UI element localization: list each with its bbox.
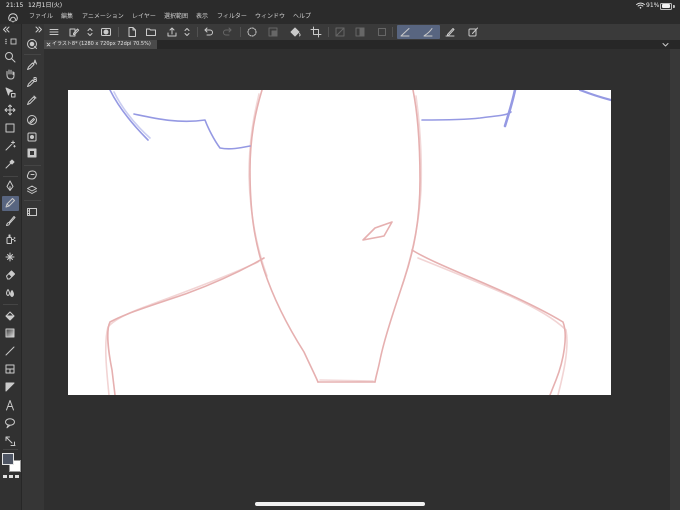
operation-icon[interactable] — [4, 86, 16, 98]
wifi-icon — [636, 2, 645, 9]
blend-icon[interactable] — [4, 287, 16, 299]
menu-window[interactable]: ウィンドウ — [255, 13, 285, 21]
battery-percent: 91% — [646, 2, 660, 9]
balloon-icon[interactable] — [4, 417, 16, 429]
menu-help[interactable]: ヘルプ — [293, 13, 311, 21]
sketch-layer — [104, 90, 611, 395]
subtool-menu-icon[interactable] — [26, 38, 38, 50]
tab-close-icon[interactable] — [46, 42, 51, 47]
subtool-rough-pencil-icon[interactable] — [26, 114, 38, 126]
frame-icon[interactable] — [4, 363, 16, 375]
menu-selection[interactable]: 選択範囲 — [164, 13, 188, 21]
pen-icon[interactable] — [4, 180, 16, 192]
subtool-separator — [24, 200, 41, 201]
subtool-layers-icon[interactable] — [26, 184, 38, 196]
tool-separator — [3, 304, 18, 305]
tool-separator — [3, 176, 18, 177]
subtool-tray-icon[interactable] — [26, 206, 38, 218]
new-file-icon[interactable] — [126, 26, 138, 38]
save-options-icon[interactable] — [181, 26, 193, 38]
home-indicator[interactable] — [255, 502, 425, 506]
face-sketch — [104, 90, 568, 395]
subtool-separator — [24, 54, 41, 55]
collapse-left-icon[interactable] — [1, 24, 13, 36]
airbrush-icon[interactable] — [4, 233, 16, 245]
main-color-swatch[interactable] — [2, 453, 14, 465]
fill-selection-icon[interactable] — [289, 26, 301, 38]
crop-icon[interactable] — [310, 26, 322, 38]
figure-icon[interactable] — [4, 345, 16, 357]
canvas-tab[interactable]: イラスト8* (1280 x 720px 72dpi 70.5%) — [44, 40, 157, 49]
menu-animation[interactable]: アニメーション — [82, 13, 124, 21]
battery-icon — [660, 2, 672, 10]
command-separator — [197, 27, 198, 37]
transparent-color-toggle[interactable] — [3, 475, 19, 478]
command-separator — [118, 27, 119, 37]
switch-icon[interactable] — [84, 26, 96, 38]
command-separator — [328, 27, 329, 37]
convert-selection-icon[interactable] — [354, 26, 366, 38]
status-bar: 21:15 12月1日(火) 91% ファイル 編集 アニメーション レイヤー … — [0, 0, 680, 24]
subtool-pencil-a-icon[interactable] — [26, 59, 38, 71]
menu-view[interactable]: 表示 — [196, 13, 208, 21]
save-icon[interactable] — [166, 26, 178, 38]
edit-canvas-icon[interactable] — [467, 26, 479, 38]
zoom-icon[interactable] — [4, 51, 16, 63]
subtool-pencil-c-icon[interactable] — [26, 94, 38, 106]
undo-icon[interactable] — [202, 26, 214, 38]
battery-nub — [673, 4, 675, 8]
deselect-icon[interactable] — [246, 26, 258, 38]
expand-right-icon[interactable] — [32, 24, 44, 36]
drawing-canvas[interactable] — [68, 90, 611, 395]
clear-outside-icon[interactable] — [334, 26, 346, 38]
selection-icon[interactable] — [4, 122, 16, 134]
text-icon[interactable] — [4, 399, 16, 411]
hand-icon[interactable] — [4, 68, 16, 80]
menu-edit[interactable]: 編集 — [61, 13, 73, 21]
subtool-separator — [24, 165, 41, 166]
canvas-tab-title: イラスト8* (1280 x 720px 72dpi 70.5%) — [52, 41, 151, 47]
invert-selection-icon[interactable] — [267, 26, 279, 38]
snap-grid-icon[interactable] — [444, 26, 456, 38]
subtool-square-icon[interactable] — [26, 147, 38, 159]
chevron-down-icon[interactable] — [661, 40, 670, 49]
gradient-icon[interactable] — [4, 327, 16, 339]
menu-filter[interactable]: フィルター — [217, 13, 247, 21]
move-layer-icon[interactable] — [4, 104, 16, 116]
subtool-pencil-b-icon[interactable] — [26, 76, 38, 88]
battery-level — [661, 4, 670, 8]
brush-icon[interactable] — [4, 215, 16, 227]
app-logo-icon[interactable] — [7, 12, 19, 23]
tool-palette-menu-icon[interactable] — [3, 38, 18, 45]
edit-document-icon[interactable] — [68, 26, 80, 38]
correct-line-icon[interactable] — [4, 435, 16, 447]
subtool-blob-icon[interactable] — [26, 169, 38, 181]
command-separator — [240, 27, 241, 37]
open-folder-icon[interactable] — [145, 26, 157, 38]
eraser-icon[interactable] — [4, 268, 16, 280]
show-selection-icon[interactable] — [376, 26, 388, 38]
fill-icon[interactable] — [4, 310, 16, 322]
menu-icon[interactable] — [48, 26, 60, 38]
pencil-icon[interactable] — [4, 197, 16, 209]
ruler-icon[interactable] — [4, 381, 16, 393]
subtool-pattern-icon[interactable] — [26, 131, 38, 143]
command-separator — [392, 27, 393, 37]
decoration-icon[interactable] — [4, 251, 16, 263]
snap-special-ruler-icon[interactable] — [422, 26, 434, 38]
menu-layer[interactable]: レイヤー — [132, 13, 156, 21]
menu-file[interactable]: ファイル — [29, 13, 53, 21]
timelapse-icon[interactable] — [100, 26, 112, 38]
auto-select-icon[interactable] — [4, 140, 16, 152]
redo-icon[interactable] — [222, 26, 234, 38]
background-sketch — [109, 90, 611, 150]
status-date: 12月1日(火) — [28, 2, 63, 9]
tool-separator — [3, 449, 18, 450]
eyedropper-icon[interactable] — [4, 158, 16, 170]
status-time: 21:15 — [6, 2, 24, 9]
snap-ruler-icon[interactable] — [399, 26, 411, 38]
right-panel-edge — [670, 49, 680, 510]
